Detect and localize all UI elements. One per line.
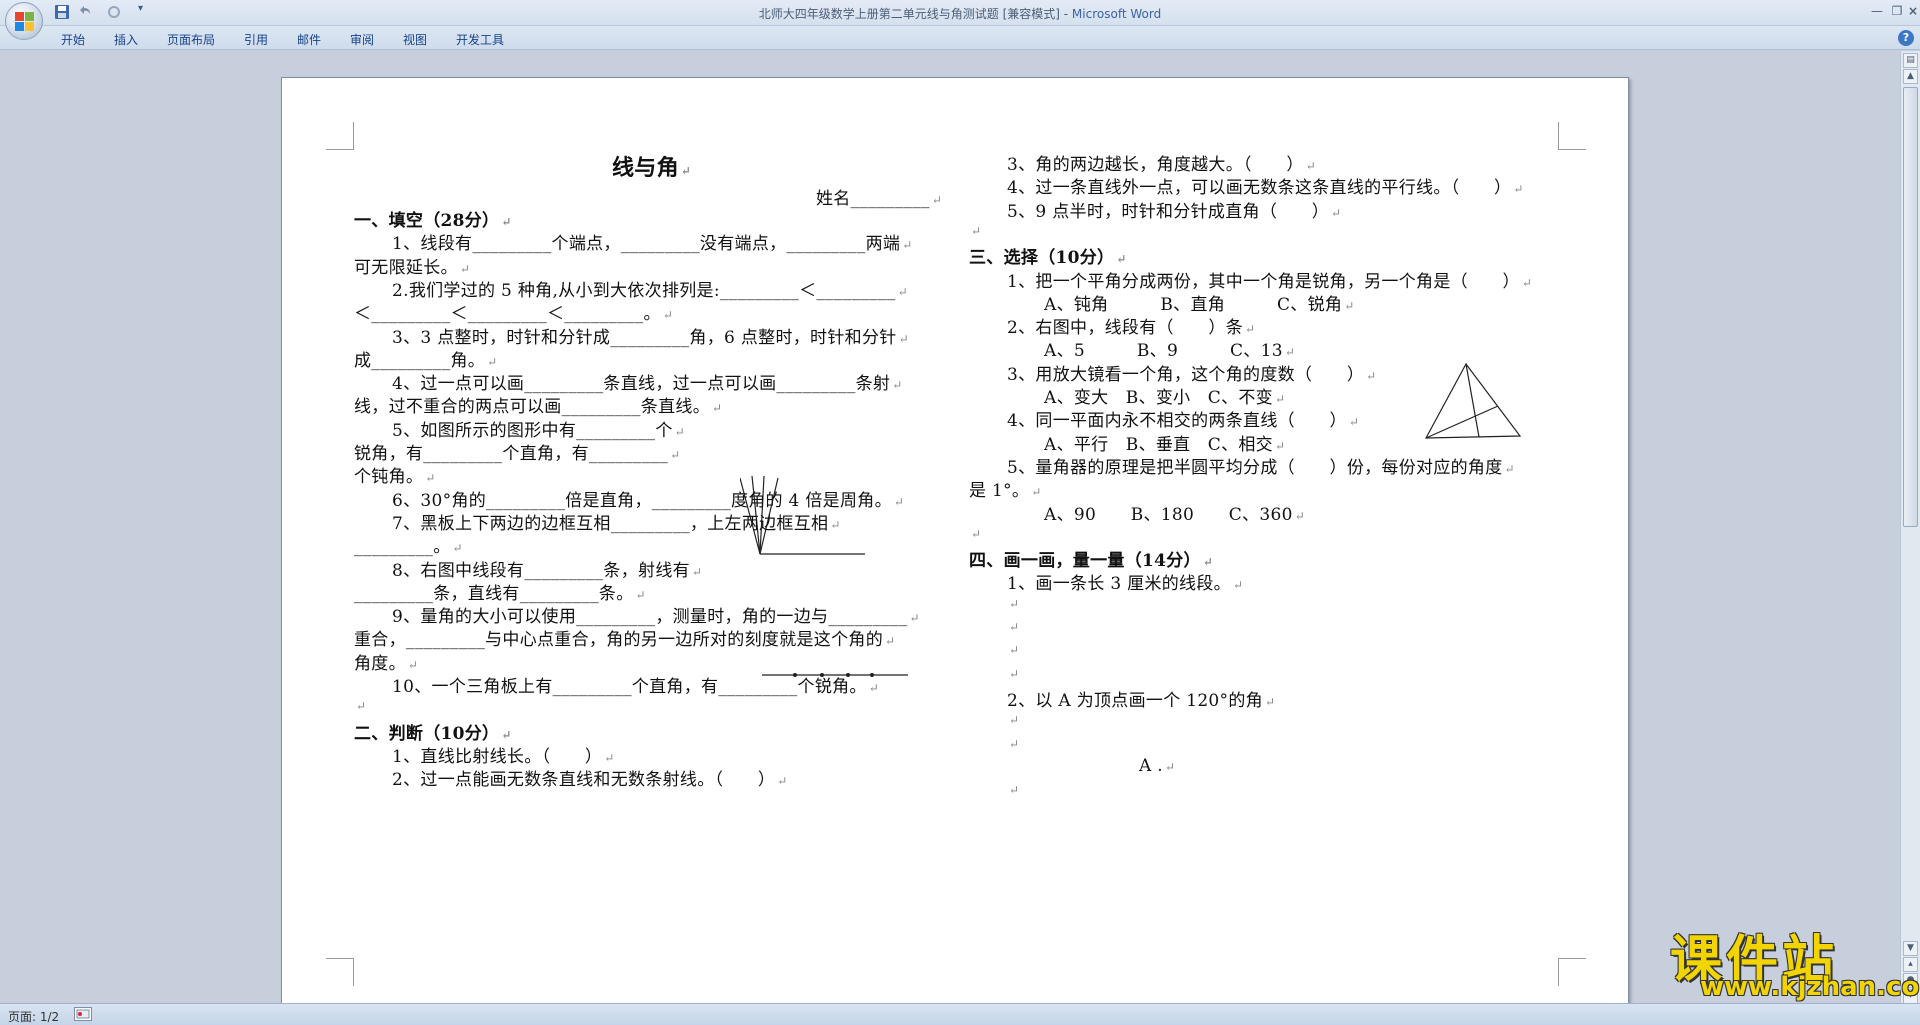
previous-page-button[interactable]: ▴ bbox=[1903, 957, 1918, 972]
right-text-line: 3、用放大镜看一个角，这个角的度数（ ） ↵ bbox=[1007, 364, 1377, 385]
right-text-line: ↵ bbox=[1009, 666, 1020, 681]
document-page[interactable]: 线与角 ↵ 姓名_________ ↵ 一、填空（28分） ↵ 1、线段有___… bbox=[281, 77, 1629, 1003]
right-text-line: ↵ bbox=[1009, 596, 1020, 611]
tab-references[interactable]: 引用 bbox=[244, 31, 268, 48]
ribbon-tabs: 开始 插入 页面布局 引用 邮件 审阅 视图 开发工具 ? bbox=[0, 26, 1920, 50]
triangle-figure bbox=[1424, 362, 1522, 439]
right-text-line: 四、画一画，量一量（14分） ↵ bbox=[969, 551, 1214, 572]
right-text-line: A、钝角 B、直角 C、锐角 ↵ bbox=[1044, 294, 1355, 315]
right-text-line: 3、角的两边越长，角度越大。（ ） ↵ bbox=[1007, 155, 1317, 175]
left-text-line: _________条，直线有_________条。 ↵ bbox=[354, 583, 646, 604]
right-text-line: ↵ bbox=[1009, 713, 1020, 728]
scroll-down-button[interactable]: ▼ bbox=[1903, 941, 1918, 956]
site-watermark-url: www.kjzhan.com bbox=[1700, 972, 1920, 1002]
right-text-line: 2、以 A 为顶点画一个 120°的角 ↵ bbox=[1007, 690, 1276, 711]
right-text-line: A、平行 B、垂直 C、相交 ↵ bbox=[1044, 434, 1286, 455]
tab-developer[interactable]: 开发工具 bbox=[456, 31, 504, 48]
word-window: ▾ 北师大四年级数学上册第二单元线与角测试题 [兼容模式] - Microsof… bbox=[0, 0, 1920, 1025]
margin-mark-bottom-right bbox=[1558, 958, 1586, 986]
right-text-line: 5、量角器的原理是把半圆平均分成（ ）份，每份对应的角度 ↵ bbox=[1007, 457, 1515, 478]
left-text-line: 8、右图中线段有_________条，射线有 ↵ bbox=[392, 560, 703, 581]
right-text-line: 5、9 点半时，时针和分针成直角（ ） ↵ bbox=[1007, 201, 1342, 222]
left-text-line: 9、量角的大小可以使用_________，测量时，角的一边与_________ ↵ bbox=[392, 607, 920, 628]
left-text-line: 个钝角。 ↵ bbox=[354, 467, 436, 488]
left-text-line: 可无限延长。 ↵ bbox=[354, 257, 471, 278]
margin-mark-top-left bbox=[326, 122, 354, 150]
ruler-toggle-icon[interactable]: ▤ bbox=[1903, 53, 1918, 68]
margin-mark-top-right bbox=[1558, 122, 1586, 150]
left-text-line: 1、直线比射线长。（ ） ↵ bbox=[392, 746, 615, 767]
document-title-heading: 线与角 ↵ bbox=[612, 155, 692, 181]
left-text-line: 锐角，有_________个直角，有_________ ↵ bbox=[354, 444, 681, 464]
left-text-line: 6、30°角的_________倍是直角，_________度角的 4 倍是周角… bbox=[392, 490, 905, 511]
close-button[interactable]: × bbox=[1902, 2, 1920, 20]
tab-mailings[interactable]: 邮件 bbox=[297, 31, 321, 48]
left-text-line: 线，过不重合的两点可以画_________条直线。 ↵ bbox=[354, 397, 723, 418]
right-text-line: ↵ bbox=[1009, 783, 1020, 798]
left-text-line: 角度。 ↵ bbox=[354, 653, 419, 674]
window-title: 北师大四年级数学上册第二单元线与角测试题 [兼容模式] - Microsoft … bbox=[0, 5, 1920, 22]
tab-page-layout[interactable]: 页面布局 bbox=[167, 31, 215, 48]
left-text-line: ＜_________＜_________＜_________。 ↵ bbox=[354, 304, 674, 325]
left-text-line: _________。 ↵ bbox=[354, 537, 463, 558]
left-text-line: 7、黑板上下两边的边框互相_________，上左两边框互相 ↵ bbox=[392, 513, 841, 534]
left-text-line: 1、线段有_________个端点，_________没有端点，________… bbox=[392, 234, 913, 255]
status-bar: 页面: 1/2 bbox=[0, 1003, 1920, 1025]
office-logo-icon bbox=[15, 12, 35, 32]
minimize-button[interactable]: — bbox=[1866, 2, 1888, 20]
office-button[interactable] bbox=[5, 2, 43, 40]
name-field-line: 姓名_________ ↵ bbox=[816, 189, 943, 209]
right-text-line: 4、过一条直线外一点，可以画无数条这条直线的平行线。（ ） ↵ bbox=[1007, 178, 1524, 199]
left-text-line: 重合，_________与中心点重合，角的另一边所对的刻度就是这个角的 ↵ bbox=[354, 630, 896, 651]
right-text-line: ↵ bbox=[971, 526, 982, 541]
document-title: 北师大四年级数学上册第二单元线与角测试题 [兼容模式] - bbox=[758, 7, 1072, 21]
left-text-line: 2.我们学过的 5 种角,从小到大依次排列是:_________＜_______… bbox=[392, 280, 908, 301]
left-text-line: 二、判断（10分） ↵ bbox=[354, 723, 512, 744]
tab-review[interactable]: 审阅 bbox=[350, 31, 374, 48]
left-text-line: 10、一个三角板上有_________个直角，有_________个锐角。 ↵ bbox=[392, 677, 880, 697]
right-text-line: ↵ bbox=[1009, 736, 1020, 751]
left-text-line: ↵ bbox=[356, 699, 367, 714]
right-text-line: A、90 B、180 C、360 ↵ bbox=[1044, 504, 1306, 525]
macro-record-icon[interactable] bbox=[74, 1007, 92, 1021]
tab-insert[interactable]: 插入 bbox=[114, 31, 138, 48]
left-text-line: 4、过一点可以画_________条直线，过一点可以画_________条射 ↵ bbox=[392, 374, 903, 395]
right-text-line: A . ↵ bbox=[1139, 755, 1176, 776]
right-text-line: 是 1°。 ↵ bbox=[969, 481, 1042, 502]
title-bar: ▾ 北师大四年级数学上册第二单元线与角测试题 [兼容模式] - Microsof… bbox=[0, 0, 1920, 26]
margin-mark-bottom-left bbox=[326, 958, 354, 986]
page-indicator[interactable]: 页面: 1/2 bbox=[8, 1008, 59, 1025]
right-text-line: 2、右图中，线段有（ ）条 ↵ bbox=[1007, 318, 1256, 339]
left-text-line: 一、填空（28分） ↵ bbox=[354, 211, 512, 231]
tab-home[interactable]: 开始 bbox=[61, 31, 85, 48]
vertical-scrollbar[interactable]: ▤ ▲ ▼ ▴ ● ▾ bbox=[1900, 51, 1920, 1004]
tab-view[interactable]: 视图 bbox=[403, 31, 427, 48]
scrollbar-thumb[interactable] bbox=[1903, 87, 1918, 527]
document-workspace: 线与角 ↵ 姓名_________ ↵ 一、填空（28分） ↵ 1、线段有___… bbox=[0, 51, 1900, 1003]
right-text-line: 三、选择（10分） ↵ bbox=[969, 248, 1127, 269]
application-name: Microsoft Word bbox=[1071, 7, 1162, 21]
right-text-line: A、5 B、9 C、13 ↵ bbox=[1044, 341, 1296, 362]
right-text-line: ↵ bbox=[1009, 620, 1020, 634]
right-text-line: ↵ bbox=[971, 223, 982, 238]
left-text-line: 成_________角。 ↵ bbox=[354, 350, 498, 371]
help-icon[interactable]: ? bbox=[1898, 30, 1914, 46]
right-text-line: 1、画一条长 3 厘米的线段。 ↵ bbox=[1007, 574, 1244, 595]
right-text-line: 4、同一平面内永不相交的两条直线（ ） ↵ bbox=[1007, 411, 1360, 432]
left-text-line: 5、如图所示的图形中有_________个 ↵ bbox=[392, 420, 685, 441]
right-text-line: A、变大 B、变小 C、不变 ↵ bbox=[1044, 388, 1286, 408]
scroll-up-button[interactable]: ▲ bbox=[1903, 69, 1918, 84]
left-text-line: 3、3 点整时，时针和分针成_________角，6 点整时，时针和分针 ↵ bbox=[392, 327, 909, 348]
left-text-line: 2、过一点能画无数条直线和无数条射线。（ ） ↵ bbox=[392, 770, 788, 791]
right-text-line: ↵ bbox=[1009, 643, 1020, 658]
right-text-line: 1、把一个平角分成两份，其中一个角是锐角，另一个角是（ ） ↵ bbox=[1007, 271, 1533, 292]
